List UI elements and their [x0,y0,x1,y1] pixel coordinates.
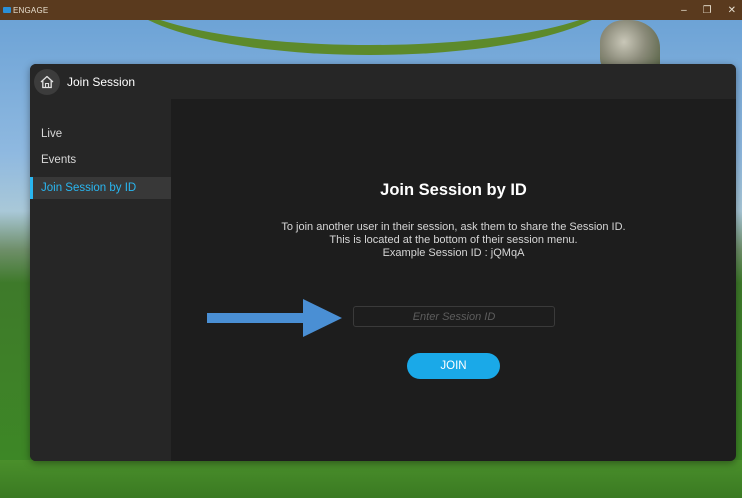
home-button[interactable] [34,68,60,95]
home-icon [40,75,54,88]
scene-grass [0,460,742,498]
dialog-header: Join Session [30,64,736,99]
page-title: Join Session by ID [380,181,527,199]
sidebar-item-events[interactable]: Events [30,149,171,171]
window-titlebar: ENGAGE – ❐ ✕ [0,0,742,20]
minimize-button[interactable]: – [681,5,687,16]
scene-arch [120,20,620,55]
main-content: Join Session by ID To join another user … [171,99,736,461]
join-button[interactable]: JOIN [407,353,500,379]
example-session-id: Example Session ID : jQMqA [382,247,525,259]
sidebar-item-live[interactable]: Live [30,123,171,145]
maximize-button[interactable]: ❐ [703,5,712,16]
sidebar-item-join-session-by-id[interactable]: Join Session by ID [30,177,171,199]
session-id-input[interactable] [353,306,555,327]
engage-logo-icon [3,7,11,13]
window-controls: – ❐ ✕ [681,0,736,20]
instructions-body: To join another user in their session, a… [281,221,626,246]
sidebar: Live Events Join Session by ID [30,99,171,461]
sidebar-item-label: Join Session by ID [41,182,137,194]
instructions-text: To join another user in their session, a… [281,221,626,260]
dialog-title: Join Session [67,74,136,89]
annotation-arrow-icon [207,299,342,337]
join-session-dialog: Join Session Live Events Join Session by… [30,64,736,461]
sidebar-item-label: Events [41,154,77,166]
close-button[interactable]: ✕ [728,5,736,16]
sidebar-item-label: Live [41,128,63,140]
app-title: ENGAGE [13,5,49,15]
